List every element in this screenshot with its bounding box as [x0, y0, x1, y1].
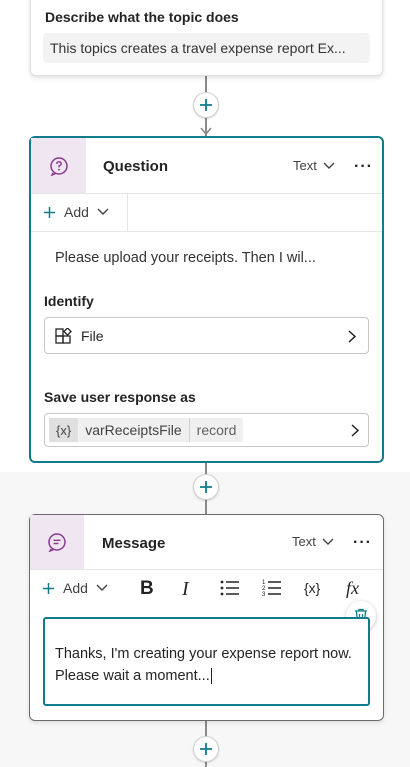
plus-icon	[44, 206, 55, 218]
svg-text:3: 3	[262, 592, 266, 597]
bullet-list-button[interactable]	[220, 580, 240, 601]
message-bubble-icon	[48, 533, 66, 552]
italic-button[interactable]: I	[182, 578, 189, 601]
variable-name: varReceiptsFile	[78, 418, 189, 442]
save-response-variable[interactable]: {x} varReceiptsFile record	[44, 413, 369, 447]
plus-icon	[200, 481, 212, 493]
more-icon: ···	[353, 534, 372, 551]
question-prompt-text[interactable]: Please upload your receipts. Then I wil.…	[55, 250, 316, 266]
topic-description-card: Describe what the topic does This topics…	[30, 0, 383, 76]
identify-value: File	[81, 328, 104, 344]
topic-description-field[interactable]: This topics creates a travel expense rep…	[43, 33, 370, 63]
question-type-dropdown[interactable]: Text	[293, 158, 335, 173]
numbered-list-button[interactable]: 1 2 3	[262, 579, 282, 602]
identify-label: Identify	[44, 293, 94, 309]
plus-icon	[43, 582, 54, 594]
question-bubble-icon	[49, 156, 68, 176]
variable-type: record	[189, 418, 244, 442]
message-node-header: Message Text ···	[30, 515, 383, 570]
question-node-title: Question	[103, 158, 169, 175]
message-type-dropdown[interactable]: Text	[292, 534, 334, 549]
more-options-button[interactable]: ···	[353, 534, 372, 552]
chevron-right-icon	[351, 424, 359, 437]
save-response-label: Save user response as	[44, 389, 196, 405]
chevron-down-icon	[96, 584, 108, 591]
entity-icon	[55, 328, 72, 344]
question-icon-box	[31, 138, 86, 193]
add-node-button[interactable]	[193, 92, 219, 118]
chevron-right-icon	[348, 330, 356, 343]
question-node[interactable]: Question Text ··· Add Please upload your…	[29, 136, 384, 463]
bold-button[interactable]: B	[140, 578, 154, 600]
topic-description-label: Describe what the topic does	[45, 9, 239, 25]
question-node-header: Question Text ···	[31, 138, 382, 194]
add-label: Add	[63, 580, 88, 596]
variable-chip[interactable]: {x} varReceiptsFile record	[49, 418, 244, 442]
message-node[interactable]: Message Text ··· Add B I 1 2 3 {x} fx Th…	[29, 514, 384, 721]
add-button[interactable]: Add	[43, 204, 109, 220]
chevron-down-icon	[97, 208, 109, 215]
formula-button[interactable]: fx	[346, 578, 359, 599]
toolbar-divider	[127, 194, 128, 232]
add-button[interactable]: Add	[42, 580, 108, 596]
plus-icon	[200, 743, 212, 755]
question-toolbar: Add	[31, 194, 382, 232]
message-icon-box	[30, 515, 84, 569]
insert-variable-button[interactable]: {x}	[304, 580, 320, 596]
more-options-button[interactable]: ···	[354, 158, 373, 176]
message-node-title: Message	[102, 535, 166, 552]
add-node-button[interactable]	[193, 474, 219, 500]
question-type-label: Text	[293, 158, 317, 173]
chevron-down-icon	[323, 162, 335, 169]
bullet-list-icon	[220, 580, 239, 596]
add-node-button[interactable]	[193, 736, 219, 762]
message-type-label: Text	[292, 534, 316, 549]
variable-icon: {x}	[49, 418, 79, 442]
more-icon: ···	[354, 158, 373, 175]
text-cursor	[210, 668, 212, 685]
plus-icon	[200, 99, 212, 111]
message-text: Thanks, I'm creating your expense report…	[55, 646, 352, 684]
add-label: Add	[64, 204, 89, 220]
message-text-editor[interactable]: Thanks, I'm creating your expense report…	[43, 617, 370, 706]
chevron-down-icon	[322, 538, 334, 545]
numbered-list-icon: 1 2 3	[262, 580, 281, 598]
identify-selector[interactable]: File	[44, 317, 369, 354]
